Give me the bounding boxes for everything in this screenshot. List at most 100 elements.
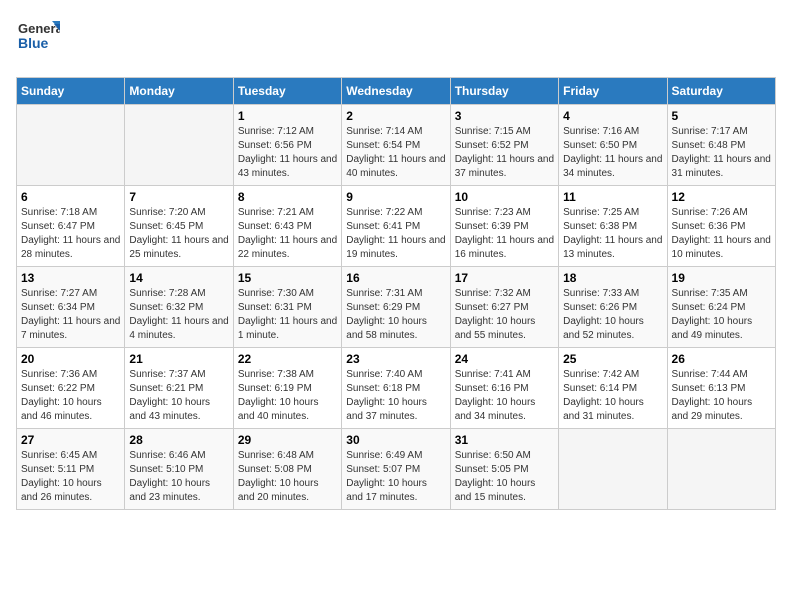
day-info: Sunrise: 7:35 AM Sunset: 6:24 PM Dayligh… [672,287,771,343]
day-number: 2 [346,109,445,123]
day-number: 15 [238,271,337,285]
day-info: Sunrise: 7:37 AM Sunset: 6:21 PM Dayligh… [129,368,228,424]
col-header-saturday: Saturday [667,78,775,105]
calendar-cell: 25 Sunrise: 7:42 AM Sunset: 6:14 PM Dayli… [559,348,667,429]
calendar-cell: 27 Sunrise: 6:45 AM Sunset: 5:11 PM Dayli… [17,429,125,510]
day-info: Sunrise: 7:14 AM Sunset: 6:54 PM Dayligh… [346,125,445,181]
col-header-wednesday: Wednesday [342,78,450,105]
calendar-cell: 3Sunrise: 7:15 AM Sunset: 6:52 PM Daylig… [450,105,558,186]
day-info: Sunrise: 6:46 AM Sunset: 5:10 PM Dayligh… [129,449,228,505]
calendar-cell: 8 Sunrise: 7:21 AM Sunset: 6:43 PM Daylig… [233,186,341,267]
calendar-table: SundayMondayTuesdayWednesdayThursdayFrid… [16,77,776,510]
day-number: 5 [672,109,771,123]
day-info: Sunrise: 7:40 AM Sunset: 6:18 PM Dayligh… [346,368,445,424]
day-info: Sunrise: 7:30 AM Sunset: 6:31 PM Dayligh… [238,287,337,343]
day-number: 20 [21,352,120,366]
day-info: Sunrise: 6:48 AM Sunset: 5:08 PM Dayligh… [238,449,337,505]
calendar-cell: 4 Sunrise: 7:16 AM Sunset: 6:50 PM Daylig… [559,105,667,186]
day-number: 6 [21,190,120,204]
svg-text:Blue: Blue [18,35,49,51]
day-number: 4 [563,109,662,123]
calendar-cell [17,105,125,186]
day-number: 27 [21,433,120,447]
day-info: Sunrise: 7:38 AM Sunset: 6:19 PM Dayligh… [238,368,337,424]
svg-text:General: General [18,21,60,36]
day-number: 24 [455,352,554,366]
logo-svg: General Blue [16,16,60,60]
day-info: Sunrise: 7:36 AM Sunset: 6:22 PM Dayligh… [21,368,120,424]
day-number: 1 [238,109,337,123]
day-info: Sunrise: 7:44 AM Sunset: 6:13 PM Dayligh… [672,368,771,424]
calendar-cell: 7 Sunrise: 7:20 AM Sunset: 6:45 PM Daylig… [125,186,233,267]
day-number: 25 [563,352,662,366]
day-info: Sunrise: 7:12 AM Sunset: 6:56 PM Dayligh… [238,125,337,181]
day-number: 16 [346,271,445,285]
day-number: 10 [455,190,554,204]
col-header-thursday: Thursday [450,78,558,105]
day-info: Sunrise: 7:27 AM Sunset: 6:34 PM Dayligh… [21,287,120,343]
day-number: 8 [238,190,337,204]
day-number: 22 [238,352,337,366]
day-info: Sunrise: 6:49 AM Sunset: 5:07 PM Dayligh… [346,449,445,505]
calendar-cell: 29 Sunrise: 6:48 AM Sunset: 5:08 PM Dayli… [233,429,341,510]
day-info: Sunrise: 7:23 AM Sunset: 6:39 PM Dayligh… [455,206,554,262]
day-number: 31 [455,433,554,447]
day-info: Sunrise: 7:20 AM Sunset: 6:45 PM Dayligh… [129,206,228,262]
calendar-cell: 12 Sunrise: 7:26 AM Sunset: 6:36 PM Dayli… [667,186,775,267]
day-number: 29 [238,433,337,447]
logo: General Blue [16,16,60,65]
calendar-cell: 6 Sunrise: 7:18 AM Sunset: 6:47 PM Daylig… [17,186,125,267]
day-number: 7 [129,190,228,204]
calendar-cell: 9 Sunrise: 7:22 AM Sunset: 6:41 PM Daylig… [342,186,450,267]
day-number: 26 [672,352,771,366]
calendar-cell: 13 Sunrise: 7:27 AM Sunset: 6:34 PM Dayli… [17,267,125,348]
calendar-cell: 11Sunrise: 7:25 AM Sunset: 6:38 PM Dayli… [559,186,667,267]
calendar-cell [667,429,775,510]
calendar-cell: 23 Sunrise: 7:40 AM Sunset: 6:18 PM Dayli… [342,348,450,429]
day-info: Sunrise: 6:50 AM Sunset: 5:05 PM Dayligh… [455,449,554,505]
calendar-cell: 24 Sunrise: 7:41 AM Sunset: 6:16 PM Dayli… [450,348,558,429]
calendar-cell: 31 Sunrise: 6:50 AM Sunset: 5:05 PM Dayli… [450,429,558,510]
day-info: Sunrise: 7:25 AM Sunset: 6:38 PM Dayligh… [563,206,662,262]
calendar-cell: 16 Sunrise: 7:31 AM Sunset: 6:29 PM Dayli… [342,267,450,348]
day-number: 13 [21,271,120,285]
calendar-cell: 1 Sunrise: 7:12 AM Sunset: 6:56 PM Daylig… [233,105,341,186]
day-info: Sunrise: 7:26 AM Sunset: 6:36 PM Dayligh… [672,206,771,262]
day-info: Sunrise: 7:33 AM Sunset: 6:26 PM Dayligh… [563,287,662,343]
day-number: 28 [129,433,228,447]
day-info: Sunrise: 7:18 AM Sunset: 6:47 PM Dayligh… [21,206,120,262]
day-info: Sunrise: 7:22 AM Sunset: 6:41 PM Dayligh… [346,206,445,262]
day-number: 18 [563,271,662,285]
page-header: General Blue [16,16,776,65]
day-number: 21 [129,352,228,366]
calendar-cell: 17Sunrise: 7:32 AM Sunset: 6:27 PM Dayli… [450,267,558,348]
calendar-cell: 18 Sunrise: 7:33 AM Sunset: 6:26 PM Dayli… [559,267,667,348]
calendar-cell: 20 Sunrise: 7:36 AM Sunset: 6:22 PM Dayli… [17,348,125,429]
day-number: 12 [672,190,771,204]
day-number: 19 [672,271,771,285]
day-info: Sunrise: 6:45 AM Sunset: 5:11 PM Dayligh… [21,449,120,505]
day-number: 14 [129,271,228,285]
calendar-cell: 30 Sunrise: 6:49 AM Sunset: 5:07 PM Dayli… [342,429,450,510]
calendar-cell: 14Sunrise: 7:28 AM Sunset: 6:32 PM Dayli… [125,267,233,348]
day-info: Sunrise: 7:15 AM Sunset: 6:52 PM Dayligh… [455,125,554,181]
calendar-cell [559,429,667,510]
calendar-cell: 2 Sunrise: 7:14 AM Sunset: 6:54 PM Daylig… [342,105,450,186]
day-number: 9 [346,190,445,204]
day-info: Sunrise: 7:31 AM Sunset: 6:29 PM Dayligh… [346,287,445,343]
calendar-cell: 26 Sunrise: 7:44 AM Sunset: 6:13 PM Dayli… [667,348,775,429]
day-info: Sunrise: 7:41 AM Sunset: 6:16 PM Dayligh… [455,368,554,424]
calendar-cell: 19 Sunrise: 7:35 AM Sunset: 6:24 PM Dayli… [667,267,775,348]
day-info: Sunrise: 7:17 AM Sunset: 6:48 PM Dayligh… [672,125,771,181]
calendar-cell: 10 Sunrise: 7:23 AM Sunset: 6:39 PM Dayli… [450,186,558,267]
day-info: Sunrise: 7:32 AM Sunset: 6:27 PM Dayligh… [455,287,554,343]
col-header-monday: Monday [125,78,233,105]
day-info: Sunrise: 7:42 AM Sunset: 6:14 PM Dayligh… [563,368,662,424]
calendar-cell: 15 Sunrise: 7:30 AM Sunset: 6:31 PM Dayli… [233,267,341,348]
day-info: Sunrise: 7:21 AM Sunset: 6:43 PM Dayligh… [238,206,337,262]
day-number: 30 [346,433,445,447]
calendar-cell [125,105,233,186]
col-header-friday: Friday [559,78,667,105]
day-info: Sunrise: 7:16 AM Sunset: 6:50 PM Dayligh… [563,125,662,181]
day-number: 23 [346,352,445,366]
